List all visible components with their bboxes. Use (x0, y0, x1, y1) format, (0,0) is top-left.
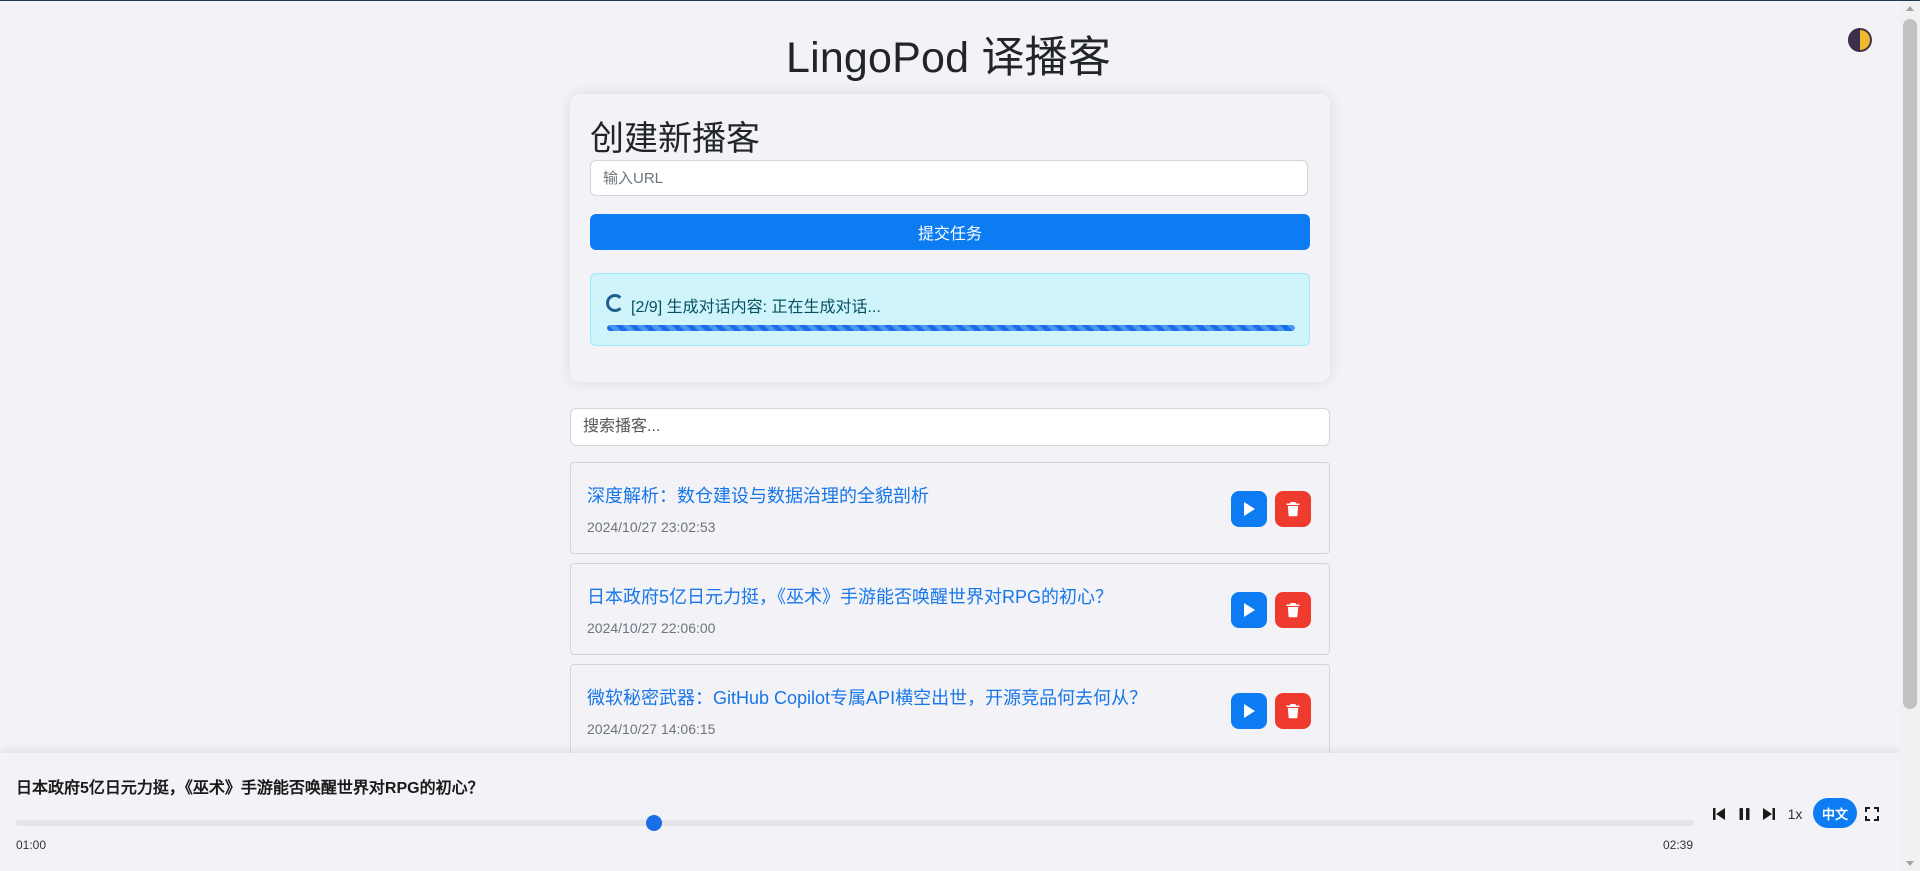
podcast-title-link[interactable]: 日本政府5亿日元力挺，《巫术》手游能否唤醒世界对RPG的初心？ (587, 583, 1113, 609)
page-scrollbar[interactable] (1900, 1, 1920, 871)
audio-player-bar: 日本政府5亿日元力挺，《巫术》手游能否唤醒世界对RPG的初心？ 01:00 02… (0, 753, 1900, 871)
delete-button[interactable] (1275, 592, 1311, 628)
podcast-title-link[interactable]: 深度解析：数仓建设与数据治理的全貌剖析 (587, 482, 929, 508)
scroll-up-arrow-icon[interactable] (1906, 6, 1914, 11)
podcast-date: 2024/10/27 23:02:53 (587, 519, 716, 535)
playback-speed-label: 1x (1787, 806, 1803, 822)
skip-next-icon (1762, 808, 1775, 820)
seek-bar[interactable] (16, 815, 1694, 831)
trash-icon (1286, 502, 1300, 517)
seek-handle[interactable] (645, 815, 662, 831)
create-podcast-card: 创建新播客 提交任务 [2/9] 生成对话内容: 正在生成对话... (570, 94, 1330, 382)
language-toggle-button[interactable]: 中文 (1813, 798, 1857, 828)
podcast-title-link[interactable]: 微软秘密武器：GitHub Copilot专属API横空出世，开源竞品何去何从？ (587, 684, 1147, 710)
podcast-list: 深度解析：数仓建设与数据治理的全貌剖析 2024/10/27 23:02:53 … (570, 462, 1330, 765)
fullscreen-icon (1865, 807, 1879, 821)
podcast-list-item: 深度解析：数仓建设与数据治理的全貌剖析 2024/10/27 23:02:53 (570, 462, 1330, 554)
scrollbar-thumb[interactable] (1903, 19, 1917, 709)
total-time: 02:39 (1663, 838, 1694, 852)
podcast-search-input[interactable] (570, 408, 1330, 446)
podcast-date: 2024/10/27 14:06:15 (587, 721, 716, 737)
previous-button[interactable] (1710, 802, 1728, 826)
play-button[interactable] (1231, 491, 1267, 527)
now-playing-title: 日本政府5亿日元力挺，《巫术》手游能否唤醒世界对RPG的初心？ (16, 780, 484, 797)
current-time: 01:00 (16, 838, 47, 852)
app-title: LingoPod 译播客 (785, 34, 1112, 82)
task-status-alert: [2/9] 生成对话内容: 正在生成对话... (590, 273, 1310, 346)
task-progress-bar (607, 325, 1295, 331)
theme-toggle-icon[interactable] (1848, 28, 1872, 52)
play-icon (1244, 603, 1255, 617)
task-status-text: [2/9] 生成对话内容: 正在生成对话... (631, 299, 881, 316)
play-icon (1244, 502, 1255, 516)
task-progress-fill (607, 325, 1295, 331)
podcast-date: 2024/10/27 22:06:00 (587, 620, 716, 636)
podcast-list-item: 微软秘密武器：GitHub Copilot专属API横空出世，开源竞品何去何从？… (570, 664, 1330, 756)
trash-icon (1286, 603, 1300, 618)
playback-speed-button[interactable]: 1x (1784, 802, 1806, 826)
pause-icon (1739, 808, 1749, 820)
url-input[interactable] (590, 160, 1308, 196)
play-button[interactable] (1231, 592, 1267, 628)
play-button[interactable] (1231, 693, 1267, 729)
scroll-down-arrow-icon[interactable] (1906, 861, 1914, 866)
create-podcast-heading: 创建新播客 (590, 120, 760, 158)
next-button[interactable] (1759, 802, 1777, 826)
loading-spinner-icon (606, 294, 624, 312)
play-icon (1244, 704, 1255, 718)
delete-button[interactable] (1275, 693, 1311, 729)
fullscreen-button[interactable] (1863, 802, 1881, 826)
skip-previous-icon (1712, 808, 1725, 820)
trash-icon (1286, 704, 1300, 719)
submit-task-button[interactable]: 提交任务 (590, 214, 1310, 250)
delete-button[interactable] (1275, 491, 1311, 527)
podcast-list-item: 日本政府5亿日元力挺，《巫术》手游能否唤醒世界对RPG的初心？ 2024/10/… (570, 563, 1330, 655)
pause-button[interactable] (1735, 802, 1753, 826)
